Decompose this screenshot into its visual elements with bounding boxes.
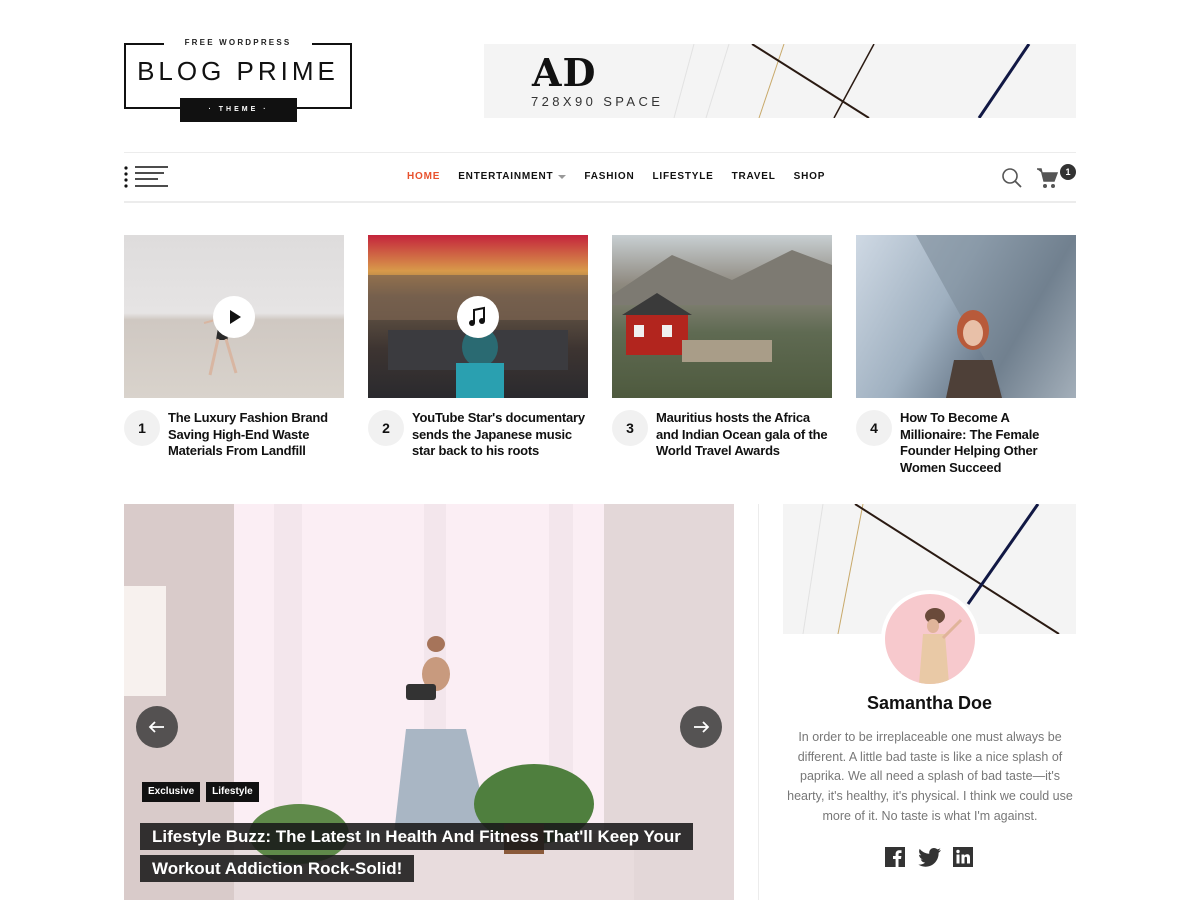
- slider-prev-button[interactable]: [136, 706, 178, 748]
- woman-building-illustration: [916, 235, 1076, 398]
- search-button[interactable]: [1001, 167, 1023, 189]
- avatar: [881, 590, 979, 688]
- nav-item-fashion[interactable]: FASHION: [584, 170, 634, 184]
- facebook-icon: [885, 847, 905, 867]
- featured-image[interactable]: [368, 235, 588, 398]
- slide-category-tags: Exclusive Lifestyle: [142, 782, 259, 802]
- logo-top-text: FREE WORDPRESS: [164, 38, 312, 48]
- nav-item-shop[interactable]: SHOP: [794, 170, 826, 184]
- site-logo[interactable]: FREE WORDPRESS BLOG PRIME · THEME ·: [124, 38, 352, 124]
- featured-card[interactable]: 2 YouTube Star's documentary sends the J…: [368, 235, 588, 458]
- card-rank-number: 3: [612, 410, 648, 446]
- logo-main-text: BLOG PRIME: [137, 56, 339, 86]
- music-note-icon: [469, 306, 485, 326]
- nav-item-travel[interactable]: TRAVEL: [732, 170, 776, 184]
- author-photo: [919, 608, 963, 684]
- chevron-down-icon: [558, 175, 567, 179]
- linkedin-link[interactable]: [952, 846, 974, 868]
- video-play-button[interactable]: [213, 296, 255, 338]
- shopping-cart-icon: [1037, 168, 1059, 188]
- card-rank-number: 4: [856, 410, 892, 446]
- card-title[interactable]: Mauritius hosts the Africa and Indian Oc…: [656, 410, 834, 460]
- category-tag-lifestyle[interactable]: Lifestyle: [206, 782, 259, 802]
- slide-title-text: Lifestyle Buzz: The Latest In Health And…: [140, 823, 693, 882]
- nav-bottom-border: [124, 201, 1076, 203]
- featured-card[interactable]: 3 Mauritius hosts the Africa and Indian …: [612, 235, 832, 458]
- offcanvas-menu-button[interactable]: [124, 166, 170, 190]
- hero-slider[interactable]: Exclusive Lifestyle Lifestyle Buzz: The …: [124, 504, 734, 900]
- ad-heading: AD: [532, 50, 597, 95]
- card-title[interactable]: How To Become A Millionaire: The Female …: [900, 410, 1078, 476]
- linkedin-icon: [953, 847, 973, 867]
- featured-image[interactable]: [856, 235, 1076, 398]
- play-icon: [230, 310, 241, 324]
- author-bio: In order to be irreplaceable one must al…: [787, 730, 1073, 823]
- sidebar-divider: [758, 504, 759, 900]
- slide-title[interactable]: Lifestyle Buzz: The Latest In Health And…: [140, 821, 700, 885]
- logo-sub-text: · THEME ·: [180, 98, 297, 122]
- arrow-right-icon: [694, 721, 710, 733]
- audio-play-button[interactable]: [457, 296, 499, 338]
- category-tag-exclusive[interactable]: Exclusive: [142, 782, 201, 802]
- nav-item-label: ENTERTAINMENT: [458, 171, 554, 182]
- twitter-icon: [918, 848, 941, 867]
- nav-item-entertainment[interactable]: ENTERTAINMENT: [458, 170, 567, 184]
- slider-next-button[interactable]: [680, 706, 722, 748]
- featured-image[interactable]: [612, 235, 832, 398]
- author-name: Samantha Doe: [866, 693, 993, 713]
- featured-card[interactable]: 4 How To Become A Millionaire: The Femal…: [856, 235, 1076, 475]
- primary-navigation: HOME ENTERTAINMENT FASHION LIFESTYLE TRA…: [407, 170, 843, 184]
- cart-count-badge: 1: [1060, 164, 1076, 180]
- search-icon: [1002, 168, 1022, 188]
- red-cabin-illustration: [612, 250, 832, 362]
- nav-item-home[interactable]: HOME: [407, 170, 440, 184]
- card-rank-number: 2: [368, 410, 404, 446]
- card-title[interactable]: YouTube Star's documentary sends the Jap…: [412, 410, 590, 460]
- cart-button[interactable]: [1035, 166, 1059, 190]
- featured-image[interactable]: [124, 235, 344, 398]
- twitter-link[interactable]: [918, 846, 941, 868]
- featured-card[interactable]: 1 The Luxury Fashion Brand Saving High-E…: [124, 235, 344, 458]
- card-title[interactable]: The Luxury Fashion Brand Saving High-End…: [168, 410, 346, 460]
- nav-top-border: [124, 152, 1076, 153]
- card-rank-number: 1: [124, 410, 160, 446]
- social-links: [884, 846, 974, 868]
- nav-item-lifestyle[interactable]: LIFESTYLE: [652, 170, 713, 184]
- facebook-link[interactable]: [884, 846, 906, 868]
- hamburger-menu-icon: [124, 166, 168, 188]
- arrow-left-icon: [148, 721, 164, 733]
- ad-banner[interactable]: AD 728X90 SPACE: [484, 44, 1076, 118]
- ad-size-label: 728X90 SPACE: [531, 94, 664, 109]
